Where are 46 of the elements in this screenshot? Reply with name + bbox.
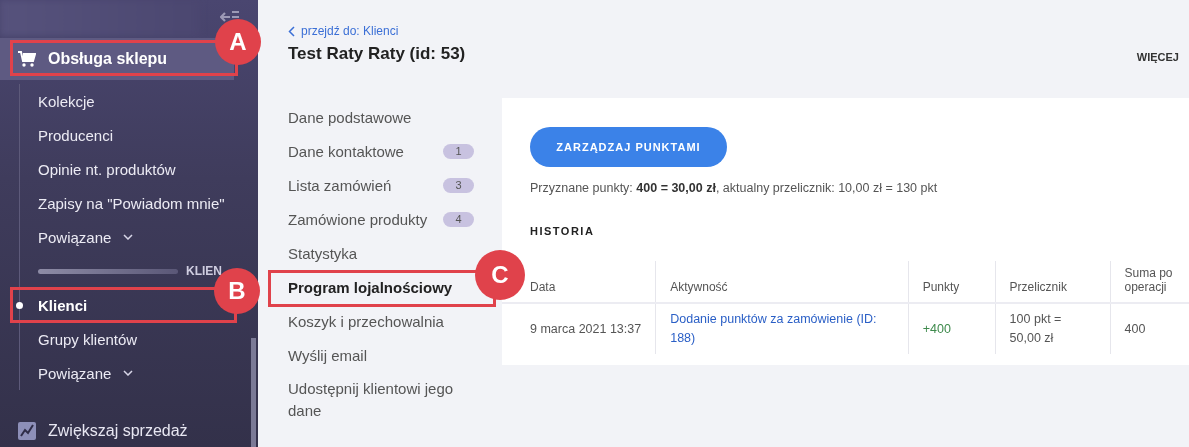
page-title: Test Raty Raty (id: 53): [288, 44, 466, 64]
chart-icon: [18, 422, 36, 440]
nav-item[interactable]: Lista zamówień 3: [288, 168, 474, 202]
count-badge: 3: [443, 177, 474, 193]
nav-item[interactable]: Udostępnij klientowi jego dane: [288, 372, 474, 422]
chevron-left-icon: [288, 25, 295, 37]
sidebar-item[interactable]: Kolekcje: [20, 84, 95, 118]
nav-item[interactable]: Dane podstawowe: [288, 100, 474, 134]
scrollbar[interactable]: [251, 338, 256, 447]
collapse-icon[interactable]: [220, 9, 240, 23]
chevron-down-icon: [123, 370, 134, 376]
nav-item[interactable]: Statystyka: [288, 236, 474, 270]
sidebar-item[interactable]: Grupy klientów: [20, 322, 138, 356]
nav-item[interactable]: Program lojalnościowy: [288, 270, 474, 304]
sidebar-item[interactable]: Producenci: [20, 118, 114, 152]
group-heading: KLIEN: [186, 264, 222, 278]
table-cell: 400: [1110, 303, 1189, 354]
back-link[interactable]: przejdź do: Klienci: [288, 24, 466, 38]
cart-icon: [18, 51, 36, 67]
column-header: Aktywność: [655, 261, 909, 303]
manage-points-button[interactable]: ZARZĄDZAJ PUNKTAMI: [530, 127, 727, 167]
column-header: Punkty: [908, 261, 996, 303]
callout-badge: A: [215, 19, 261, 65]
points-summary: Przyznane punkty: 400 = 30,00 zł, aktualny przelicznik: 10,00 zł = 130 pkt: [530, 181, 939, 195]
nav-item[interactable]: Zamówione produkty 4: [288, 202, 474, 236]
table-cell: 9 marca 2021 13:37: [502, 303, 656, 354]
sidebar-item[interactable]: Powiązane: [20, 356, 134, 390]
sidebar-section[interactable]: Zwiększaj sprzedaż: [0, 410, 188, 447]
count-badge: 4: [443, 211, 474, 227]
activity-link[interactable]: Dodanie punktów za zamówienie (ID: 188): [670, 310, 894, 348]
nav-item[interactable]: Dane kontaktowe 1: [288, 134, 474, 168]
column-header: Suma po operacji: [1110, 261, 1189, 303]
sidebar-item[interactable]: Klienci: [20, 288, 88, 322]
sidebar-item[interactable]: Opinie nt. produktów: [20, 152, 176, 186]
active-dot: [16, 301, 23, 309]
table-cell: +400: [908, 303, 996, 354]
sidebar-item[interactable]: Powiązane: [20, 220, 134, 254]
more-button[interactable]: WIĘCEJ: [1136, 47, 1179, 67]
nav-item[interactable]: Wyślij email: [288, 338, 474, 372]
table-cell: 100 pkt = 50,00 zł: [995, 303, 1110, 354]
column-header: Przelicznik: [995, 261, 1110, 303]
section-heading: HISTORIA: [530, 225, 596, 237]
nav-item[interactable]: Koszyk i przechowalnia: [288, 304, 474, 338]
sidebar-item[interactable]: Zapisy na "Powiadom mnie": [20, 186, 225, 220]
count-badge: 1: [443, 143, 474, 159]
chevron-down-icon: [123, 234, 134, 240]
